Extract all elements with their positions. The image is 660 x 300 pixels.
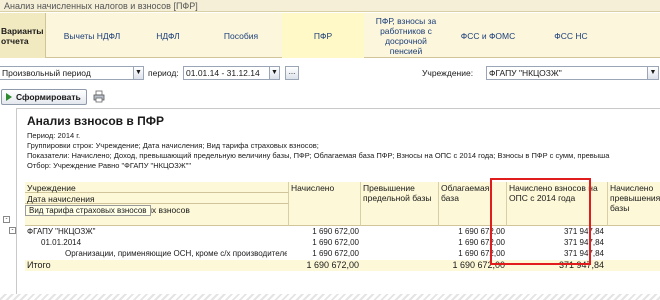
torn-edge bbox=[0, 294, 660, 300]
tab-report-variants[interactable]: Варианты отчета bbox=[0, 13, 46, 58]
period-mode-select[interactable]: Произвольный период bbox=[0, 66, 134, 80]
row-taxable-base: 1 690 672,00 bbox=[458, 238, 505, 247]
tab-benefits[interactable]: Пособия bbox=[204, 13, 278, 58]
tab-ndfl[interactable]: НДФЛ bbox=[136, 13, 200, 58]
row-accrued: 1 690 672,00 bbox=[312, 238, 359, 247]
generate-button[interactable]: Сформировать bbox=[1, 89, 87, 105]
row-taxable-base: 1 690 672,00 bbox=[458, 249, 505, 258]
organization-dropdown-icon[interactable]: ▼ bbox=[647, 66, 659, 80]
organization-label: Учреждение: bbox=[422, 68, 474, 78]
row-accrued: 1 690 672,00 bbox=[312, 227, 359, 236]
row-accrued: 1 690 672,00 bbox=[312, 249, 359, 258]
window-title: Анализ начисленных налогов и взносов [ПФ… bbox=[4, 1, 198, 11]
column-header-organization: Учреждение bbox=[25, 182, 289, 193]
row-ops-2014: 371 947,84 bbox=[563, 238, 604, 247]
column-header-excess-base: Превышение предельной базы bbox=[361, 182, 439, 226]
table-row[interactable]: 01.01.2014 1 690 672,00 1 690 672,00 371… bbox=[25, 238, 660, 248]
table-row[interactable]: Организации, применяющие ОСН, кроме с/х … bbox=[25, 249, 660, 259]
filter-bar: Произвольный период ▼ период: 01.01.14 -… bbox=[0, 64, 660, 82]
play-icon bbox=[6, 93, 12, 101]
organization-select[interactable]: ФГАПУ "НКЦОЗЖ" bbox=[486, 66, 648, 80]
collapse-icon[interactable]: - bbox=[9, 227, 16, 234]
tab-ndfl-deductions[interactable]: Вычеты НДФЛ bbox=[52, 13, 132, 58]
total-ops-2014: 371 947,84 bbox=[558, 260, 604, 270]
total-taxable-base: 1 690 672,00 bbox=[452, 260, 505, 270]
total-accrued: 1 690 672,00 bbox=[306, 260, 359, 270]
row-organization: ФГАПУ "НКЦОЗЖ" bbox=[27, 227, 96, 236]
period-label: период: bbox=[148, 68, 179, 78]
tab-pfr-early-pension[interactable]: ПФР, взносы за работников с досрочной пе… bbox=[368, 13, 444, 58]
total-row: Итого 1 690 672,00 1 690 672,00 371 947,… bbox=[25, 260, 660, 271]
tooltip: Вид тарифа страховых взносов bbox=[25, 205, 151, 216]
window-titlebar: Анализ начисленных налогов и взносов [ПФ… bbox=[0, 0, 660, 12]
generate-button-label: Сформировать bbox=[16, 92, 81, 102]
collapse-icon[interactable]: - bbox=[3, 216, 10, 223]
row-tariff: Организации, применяющие ОСН, кроме с/х … bbox=[65, 249, 287, 258]
row-date: 01.01.2014 bbox=[41, 238, 82, 247]
row-ops-2014: 371 947,84 bbox=[563, 227, 604, 236]
report-toolbar: Сформировать bbox=[0, 88, 660, 106]
row-taxable-base: 1 690 672,00 bbox=[458, 227, 505, 236]
column-header-accrued-excess: Начислено превышения базы bbox=[608, 182, 660, 226]
period-input[interactable]: 01.01.14 - 31.12.14 bbox=[183, 66, 270, 80]
report-document: Анализ взносов в ПФР Период: 2014 г. Гру… bbox=[16, 108, 660, 300]
period-select-button[interactable]: ... bbox=[285, 66, 299, 80]
report-period: Период: 2014 г. bbox=[27, 131, 81, 140]
total-label: Итого bbox=[27, 260, 51, 270]
report-grouping: Группировки строк: Учреждение; Дата начи… bbox=[27, 141, 319, 150]
printer-icon[interactable] bbox=[93, 90, 105, 103]
table-row[interactable]: ФГАПУ "НКЦОЗЖ" 1 690 672,00 1 690 672,00… bbox=[25, 227, 660, 237]
column-header-date: Дата начисления bbox=[25, 193, 289, 204]
report-title: Анализ взносов в ПФР bbox=[27, 114, 164, 128]
report-variant-tabs: Варианты отчета Вычеты НДФЛ НДФЛ Пособия… bbox=[0, 13, 660, 58]
tab-fss-ns[interactable]: ФСС НС bbox=[532, 13, 610, 58]
period-mode-dropdown-icon[interactable]: ▼ bbox=[133, 66, 144, 80]
tab-pfr[interactable]: ПФР bbox=[282, 13, 364, 58]
column-header-ops-2014: Начислено взносов на ОПС с 2014 года bbox=[507, 182, 608, 226]
report-indicators: Показатели: Начислено; Доход, превышающи… bbox=[27, 151, 610, 160]
period-dropdown-icon[interactable]: ▼ bbox=[269, 66, 280, 80]
column-header-taxable-base: Облагаемая база bbox=[439, 182, 507, 226]
report-selection: Отбор: Учреждение Равно "ФГАПУ "НКЦОЗЖ"" bbox=[27, 161, 191, 170]
tab-fss-foms[interactable]: ФСС и ФОМС bbox=[448, 13, 528, 58]
row-ops-2014: 371 947,84 bbox=[563, 249, 604, 258]
column-header-accrued: Начислено bbox=[289, 182, 361, 226]
